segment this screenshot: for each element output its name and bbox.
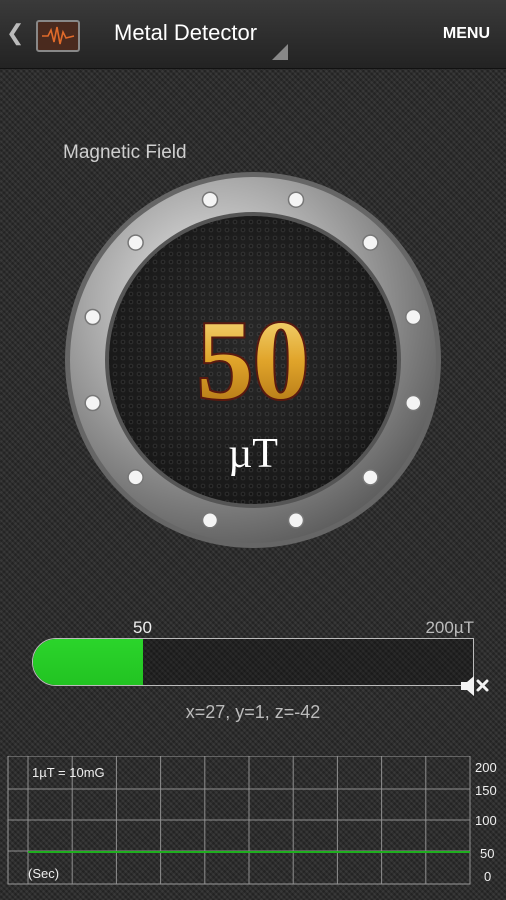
menu-button[interactable]: MENU (443, 25, 490, 43)
dropdown-corner-icon[interactable] (272, 44, 288, 60)
meter-max-label: 200µT (425, 618, 474, 637)
ring-bolt (201, 512, 219, 529)
y-tick-150: 150 (475, 783, 497, 798)
y-tick-0: 0 (484, 869, 491, 884)
xyz-readout: x=27, y=1, z=-42 (185, 702, 321, 722)
ring-bolt (362, 469, 379, 486)
app-title[interactable]: Metal Detector (114, 20, 257, 46)
ring-bolt (127, 234, 144, 251)
y-tick-200: 200 (475, 760, 497, 775)
action-bar: ❮ Metal Detector MENU (0, 0, 506, 69)
graph-x-label: (Sec) (28, 866, 59, 881)
ring-bolt (127, 469, 144, 486)
gauge-unit: µT (228, 431, 278, 477)
ring-bolt (84, 308, 101, 326)
meter-current-label: 50 (133, 618, 152, 637)
field-history-graph: 1µT = 10mG (Sec) 200 150 100 50 0 (0, 755, 506, 886)
ring-bolt (287, 512, 305, 529)
ring-bolt (405, 394, 422, 412)
ring-bolt (287, 191, 305, 208)
y-tick-50: 50 (480, 846, 494, 861)
field-level-fill (33, 639, 143, 685)
field-level-bar (32, 638, 474, 686)
back-chevron-icon[interactable]: ❮ (6, 22, 24, 44)
speaker-muted-icon[interactable] (458, 674, 490, 698)
y-tick-100: 100 (475, 813, 497, 828)
waveform-icon[interactable] (36, 20, 80, 52)
magnetic-gauge: 50 µT (63, 170, 443, 550)
ring-bolt (201, 191, 219, 208)
ring-bolt (405, 308, 422, 326)
magnetic-field-label: Magnetic Field (63, 142, 187, 163)
ring-bolt (362, 234, 379, 251)
unit-conversion-note: 1µT = 10mG (32, 765, 105, 780)
ring-bolt (84, 394, 101, 412)
gauge-value: 50 (197, 299, 309, 423)
